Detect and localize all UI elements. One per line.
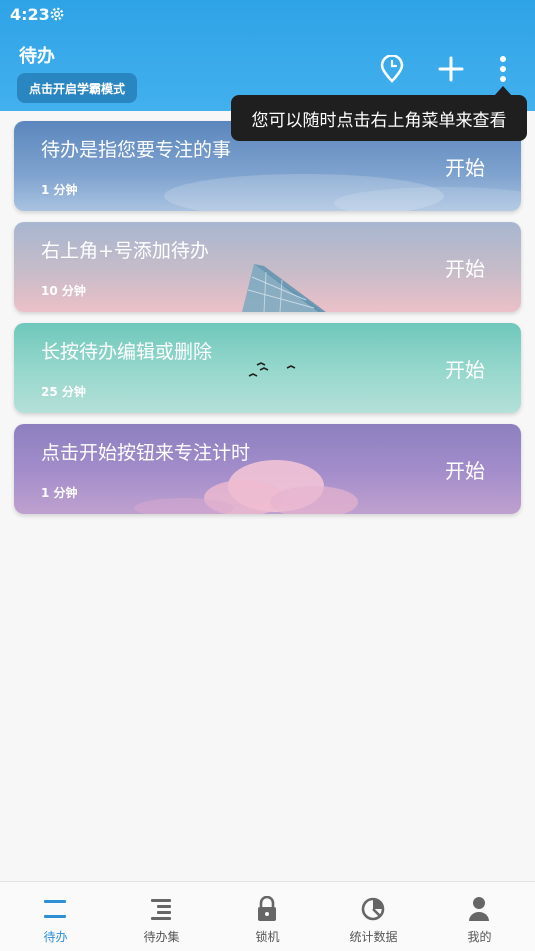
- more-vertical-icon[interactable]: [487, 53, 519, 85]
- status-time: 4:23: [10, 5, 50, 24]
- todo-duration: 1 分钟: [41, 183, 78, 197]
- nav-item-todo-collection[interactable]: 待办集: [108, 882, 215, 951]
- nav-item-profile[interactable]: 我的: [426, 882, 533, 951]
- todo-duration: 10 分钟: [41, 284, 86, 298]
- start-button[interactable]: 开始: [445, 152, 485, 181]
- add-icon[interactable]: [435, 53, 467, 85]
- todo-title: 待办是指您要专注的事: [41, 139, 232, 161]
- lock-icon: [252, 894, 282, 924]
- person-icon: [464, 894, 494, 924]
- todo-collection-icon: [146, 894, 176, 924]
- todo-title: 点击开始按钮来专注计时: [41, 442, 251, 464]
- todo-title: 右上角+号添加待办: [41, 240, 209, 262]
- nav-item-lock[interactable]: 锁机: [214, 882, 321, 951]
- todo-card[interactable]: 点击开始按钮来专注计时 1 分钟 开始: [14, 424, 521, 514]
- nav-label: 我的: [467, 930, 492, 944]
- start-button[interactable]: 开始: [445, 354, 485, 383]
- pie-chart-icon: [358, 894, 388, 924]
- nav-label: 待办集: [143, 930, 180, 944]
- todo-title: 长按待办编辑或删除: [41, 341, 213, 363]
- nav-label: 统计数据: [349, 930, 398, 944]
- start-button[interactable]: 开始: [445, 253, 485, 282]
- nav-label: 待办: [43, 930, 68, 944]
- start-button[interactable]: 开始: [445, 455, 485, 484]
- todo-duration: 1 分钟: [41, 486, 78, 500]
- todo-duration: 25 分钟: [41, 385, 86, 399]
- study-mode-button[interactable]: 点击开启学霸模式: [17, 73, 137, 103]
- gear-icon: [48, 5, 66, 23]
- nav-item-todo[interactable]: 待办: [2, 882, 109, 951]
- todo-list-icon: [40, 894, 70, 924]
- nav-label: 锁机: [255, 930, 280, 944]
- menu-tooltip: 您可以随时点击右上角菜单来查看: [231, 95, 527, 141]
- bottom-navigation: 待办 待办集 锁机 统计数据 我的: [0, 881, 535, 951]
- page-title: 待办: [19, 46, 55, 67]
- location-icon[interactable]: [376, 53, 408, 85]
- todo-card[interactable]: 右上角+号添加待办 10 分钟 开始: [14, 222, 521, 312]
- todo-card[interactable]: 长按待办编辑或删除 25 分钟 开始: [14, 323, 521, 413]
- nav-item-statistics[interactable]: 统计数据: [320, 882, 427, 951]
